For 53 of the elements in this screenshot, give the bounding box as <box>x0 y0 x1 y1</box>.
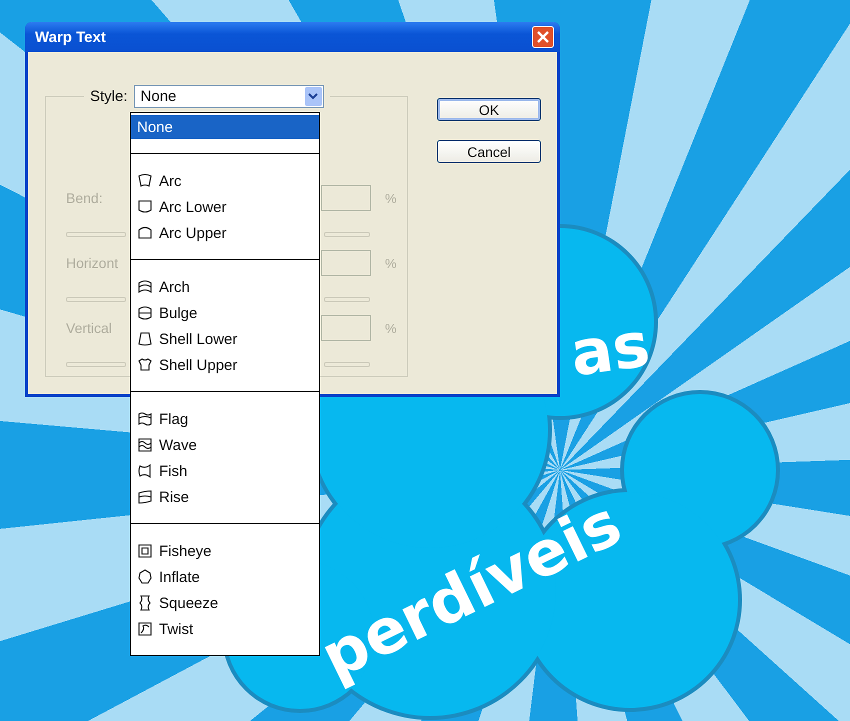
warp-shape-icon <box>137 569 153 585</box>
warp-shape-icon <box>137 543 153 559</box>
warp-shape-icon <box>137 489 153 505</box>
value-field[interactable] <box>321 315 371 341</box>
slider-track[interactable] <box>66 297 126 302</box>
style-option[interactable]: Fisheye <box>131 538 319 564</box>
style-option[interactable]: Arc Upper <box>131 220 319 246</box>
dialog-button[interactable]: OK <box>437 98 541 121</box>
style-option[interactable]: Wave <box>131 432 319 458</box>
warp-shape-icon <box>137 621 153 637</box>
warp-shape-icon <box>137 199 153 215</box>
style-option[interactable]: Arc <box>131 168 319 194</box>
warp-shape-icon <box>137 463 153 479</box>
warp-shape-icon <box>137 173 153 189</box>
close-button[interactable] <box>532 26 554 48</box>
style-option[interactable]: Twist <box>131 616 319 642</box>
chevron-down-icon <box>308 93 318 100</box>
style-option[interactable]: Rise <box>131 484 319 510</box>
warp-shape-icon <box>137 411 153 427</box>
value-field[interactable] <box>321 185 371 211</box>
setting-label: Horizont <box>66 255 120 271</box>
style-dropdown[interactable]: None <box>134 85 324 108</box>
warp-shape-icon <box>137 331 153 347</box>
dropdown-arrow-button[interactable] <box>304 87 322 106</box>
warp-shape-icon <box>137 437 153 453</box>
style-option[interactable]: Shell Lower <box>131 326 319 352</box>
style-option[interactable]: Shell Upper <box>131 352 319 378</box>
cloud-text: as <box>566 307 654 391</box>
warp-shape-icon <box>137 595 153 611</box>
value-field[interactable] <box>321 250 371 276</box>
slider-track[interactable] <box>324 232 370 237</box>
window-title: Warp Text <box>35 28 106 46</box>
dialog-button[interactable]: Cancel <box>437 140 541 163</box>
style-option[interactable]: Flag <box>131 406 319 432</box>
slider-track[interactable] <box>324 297 370 302</box>
style-option[interactable]: Arc Lower <box>131 194 319 220</box>
warp-shape-icon <box>137 225 153 241</box>
warp-shape-icon <box>137 357 153 373</box>
slider-track[interactable] <box>324 362 370 367</box>
close-icon <box>537 31 549 43</box>
style-option[interactable]: Fish <box>131 458 319 484</box>
style-label: Style: <box>90 88 128 105</box>
setting-label: Vertical <box>66 320 113 336</box>
slider-track[interactable] <box>66 362 126 367</box>
warp-shape-icon <box>137 305 153 321</box>
setting-label: Bend: <box>66 190 104 206</box>
style-option[interactable]: None <box>131 115 319 139</box>
style-option[interactable]: Squeeze <box>131 590 319 616</box>
slider-track[interactable] <box>66 232 126 237</box>
style-option[interactable]: Arch <box>131 274 319 300</box>
warp-shape-icon <box>137 279 153 295</box>
style-option[interactable]: Bulge <box>131 300 319 326</box>
style-option[interactable]: Inflate <box>131 564 319 590</box>
